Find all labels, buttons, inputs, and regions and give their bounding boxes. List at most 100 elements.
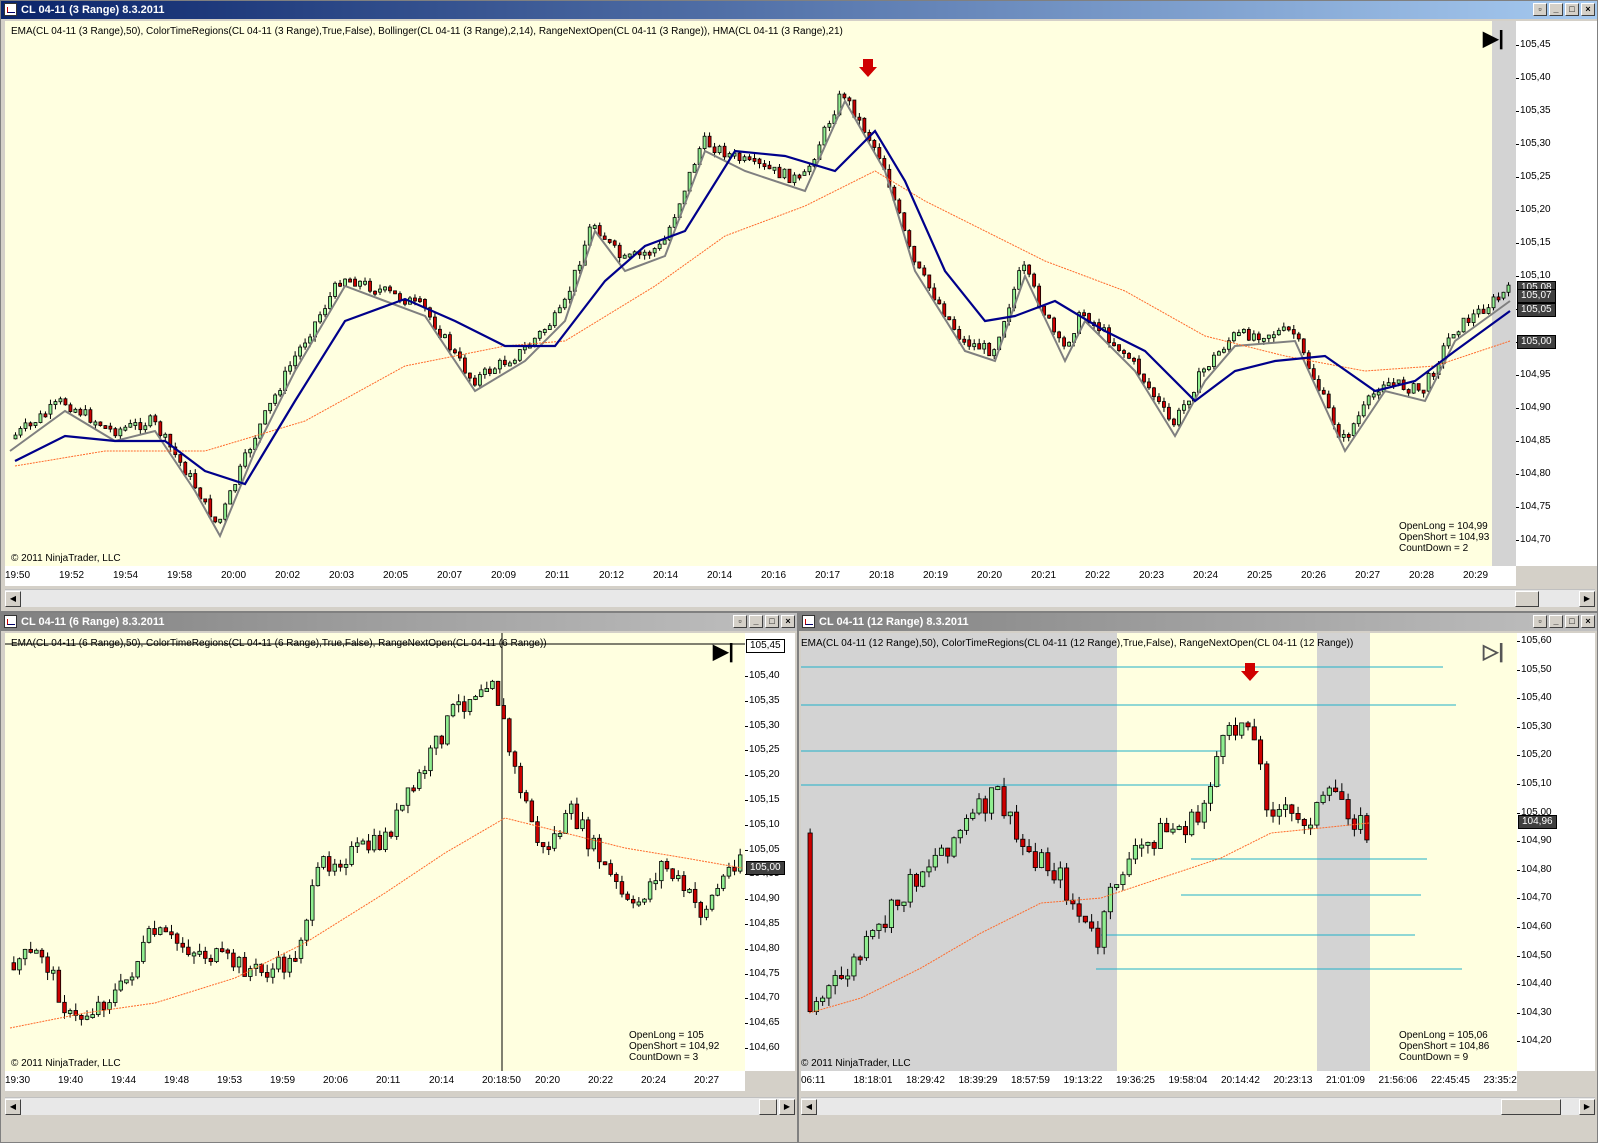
candle-body	[512, 751, 518, 767]
price-axis[interactable]: 105,40 105,35 105,30 105,25 105,20 105,15 105,…	[745, 633, 795, 1071]
chart-window-icon	[4, 615, 17, 628]
candle-body	[1220, 734, 1226, 757]
maximize-button[interactable]: □	[1565, 615, 1579, 628]
price-axis[interactable]: 105,45 105,40 105,35 105,30 105,25 105,20 105,…	[1516, 21, 1597, 566]
price-tick: 105,10	[1517, 778, 1552, 789]
title-bar[interactable]: CL 04-11 (6 Range) 8.3.2011 ▫ _ □ ×	[1, 613, 797, 631]
candle-body	[333, 282, 337, 297]
chart-window-6-range[interactable]: CL 04-11 (6 Range) 8.3.2011 ▫ _ □ × EMA(…	[0, 612, 798, 1143]
candle-body	[88, 409, 93, 423]
go-to-end-icon[interactable]: ▷|	[1483, 639, 1504, 664]
chart-window-12-range[interactable]: CL 04-11 (12 Range) 8.3.2011 ▫ _ □ × EMA…	[798, 612, 1598, 1143]
minimize-button[interactable]: _	[749, 615, 763, 628]
scroll-right-icon[interactable]: ▶	[779, 1099, 795, 1115]
minimize-button[interactable]: _	[1549, 615, 1563, 628]
scroll-thumb[interactable]	[759, 1099, 777, 1115]
close-button[interactable]: ×	[781, 615, 795, 628]
window-title: CL 04-11 (12 Range) 8.3.2011	[819, 616, 969, 628]
go-to-end-icon[interactable]: ▶|	[1483, 26, 1504, 51]
restore-button[interactable]: ▫	[1533, 615, 1547, 628]
time-tick: 20:22	[588, 1075, 614, 1086]
chart-window-icon	[802, 615, 815, 628]
candle-body	[1466, 317, 1471, 323]
chart-window-3-range[interactable]: CL 04-11 (3 Range) 8.3.2011 ▫ _ □ × EMA(…	[0, 0, 1598, 612]
candle-body	[1126, 858, 1132, 876]
price-panel[interactable]: EMA(CL 04-11 (12 Range),50), ColorTimeRe…	[801, 633, 1517, 1071]
candle-body	[524, 792, 529, 802]
candle-body	[45, 956, 50, 973]
scroll-left-icon[interactable]: ◀	[5, 1099, 21, 1115]
close-button[interactable]: ×	[1581, 3, 1595, 16]
candle-body	[1207, 366, 1211, 371]
horizontal-scrollbar[interactable]: ◀ ▶	[801, 1097, 1595, 1115]
restore-button[interactable]: ▫	[733, 615, 747, 628]
candle-body	[670, 868, 675, 879]
candle-body	[73, 408, 78, 413]
price-tick: 104,60	[745, 1042, 780, 1053]
time-axis[interactable]: 19:50 19:52 19:54 19:58 20:00 20:02 20:03 20:05…	[5, 566, 1516, 586]
candle-body	[704, 908, 709, 918]
go-to-end-icon[interactable]: ▶|	[713, 639, 734, 664]
candle-body	[947, 316, 952, 321]
candle-body	[726, 866, 732, 877]
horizontal-scrollbar[interactable]: ◀ ▶	[5, 589, 1595, 607]
price-panel[interactable]: EMA(CL 04-11 (3 Range),50), ColorTimeReg…	[5, 21, 1516, 566]
horizontal-scrollbar[interactable]: ◀ ▶	[5, 1097, 795, 1115]
candle-body	[39, 949, 45, 958]
candle-body	[937, 299, 942, 305]
price-tick: 105,10	[745, 818, 780, 830]
candle-body	[787, 168, 792, 184]
candle-body	[574, 803, 580, 830]
candle-body	[522, 346, 527, 351]
candle-body	[208, 957, 214, 963]
time-tick: 20:03	[329, 570, 355, 581]
candle-body	[318, 314, 322, 323]
minimize-button[interactable]: _	[1549, 3, 1563, 16]
scroll-thumb[interactable]	[1515, 591, 1539, 607]
maximize-button[interactable]: □	[1565, 3, 1579, 16]
price-tick: 104,70	[745, 992, 780, 1004]
scroll-right-icon[interactable]: ▶	[1579, 1099, 1595, 1115]
scroll-left-icon[interactable]: ◀	[5, 591, 21, 607]
time-axis[interactable]: 19:30 19:40 19:44 19:48 19:53 19:59 20:06 20:11…	[5, 1071, 745, 1091]
chart-window-icon	[4, 3, 17, 16]
candle-body	[619, 881, 625, 895]
candle-body	[124, 979, 129, 984]
price-marker: 104,96	[1518, 815, 1557, 829]
candle-body	[1195, 811, 1201, 823]
price-tick: 104,90	[1516, 402, 1551, 413]
price-axis[interactable]: 105,60 105,50 105,40 105,30 105,20 105,10 105,…	[1517, 633, 1595, 1071]
price-tick: 104,70	[1517, 892, 1552, 904]
candle-body	[987, 342, 992, 357]
candle-body	[1067, 341, 1071, 347]
scroll-right-icon[interactable]: ▶	[1579, 591, 1595, 607]
candle-body	[1301, 338, 1306, 354]
time-tick: 20:23	[1139, 570, 1165, 581]
candle-body	[847, 97, 852, 102]
session-region	[1317, 633, 1370, 1071]
scroll-left-icon[interactable]: ◀	[801, 1099, 817, 1115]
candle-body	[1426, 372, 1431, 392]
candle-body	[349, 846, 354, 865]
price-panel[interactable]: EMA(CL 04-11 (6 Range),50), ColorTimeReg…	[5, 633, 745, 1071]
close-button[interactable]: ×	[1581, 615, 1595, 628]
maximize-button[interactable]: □	[765, 615, 779, 628]
candle-body	[439, 735, 444, 745]
candle-body	[338, 863, 343, 868]
candle-body	[178, 454, 183, 463]
scroll-thumb[interactable]	[1501, 1099, 1561, 1115]
candle-body	[123, 426, 128, 431]
candle-body	[90, 1014, 95, 1018]
restore-button[interactable]: ▫	[1533, 3, 1547, 16]
title-bar[interactable]: CL 04-11 (3 Range) 8.3.2011 ▫ _ □ ×	[1, 1, 1597, 19]
candle-body	[652, 248, 657, 254]
title-bar[interactable]: CL 04-11 (12 Range) 8.3.2011 ▫ _ □ ×	[799, 613, 1597, 631]
time-axis[interactable]: 06:11 18:18:01 18:29:42 18:39:29 18:57:59 19:…	[801, 1071, 1517, 1091]
candle-body	[484, 688, 490, 692]
candle-body	[913, 874, 919, 887]
candle-body	[473, 696, 478, 700]
candle-body	[1162, 401, 1166, 408]
candle-body	[1172, 418, 1176, 426]
candle-body	[687, 888, 692, 893]
time-tick: 21:56:06	[1378, 1075, 1418, 1086]
